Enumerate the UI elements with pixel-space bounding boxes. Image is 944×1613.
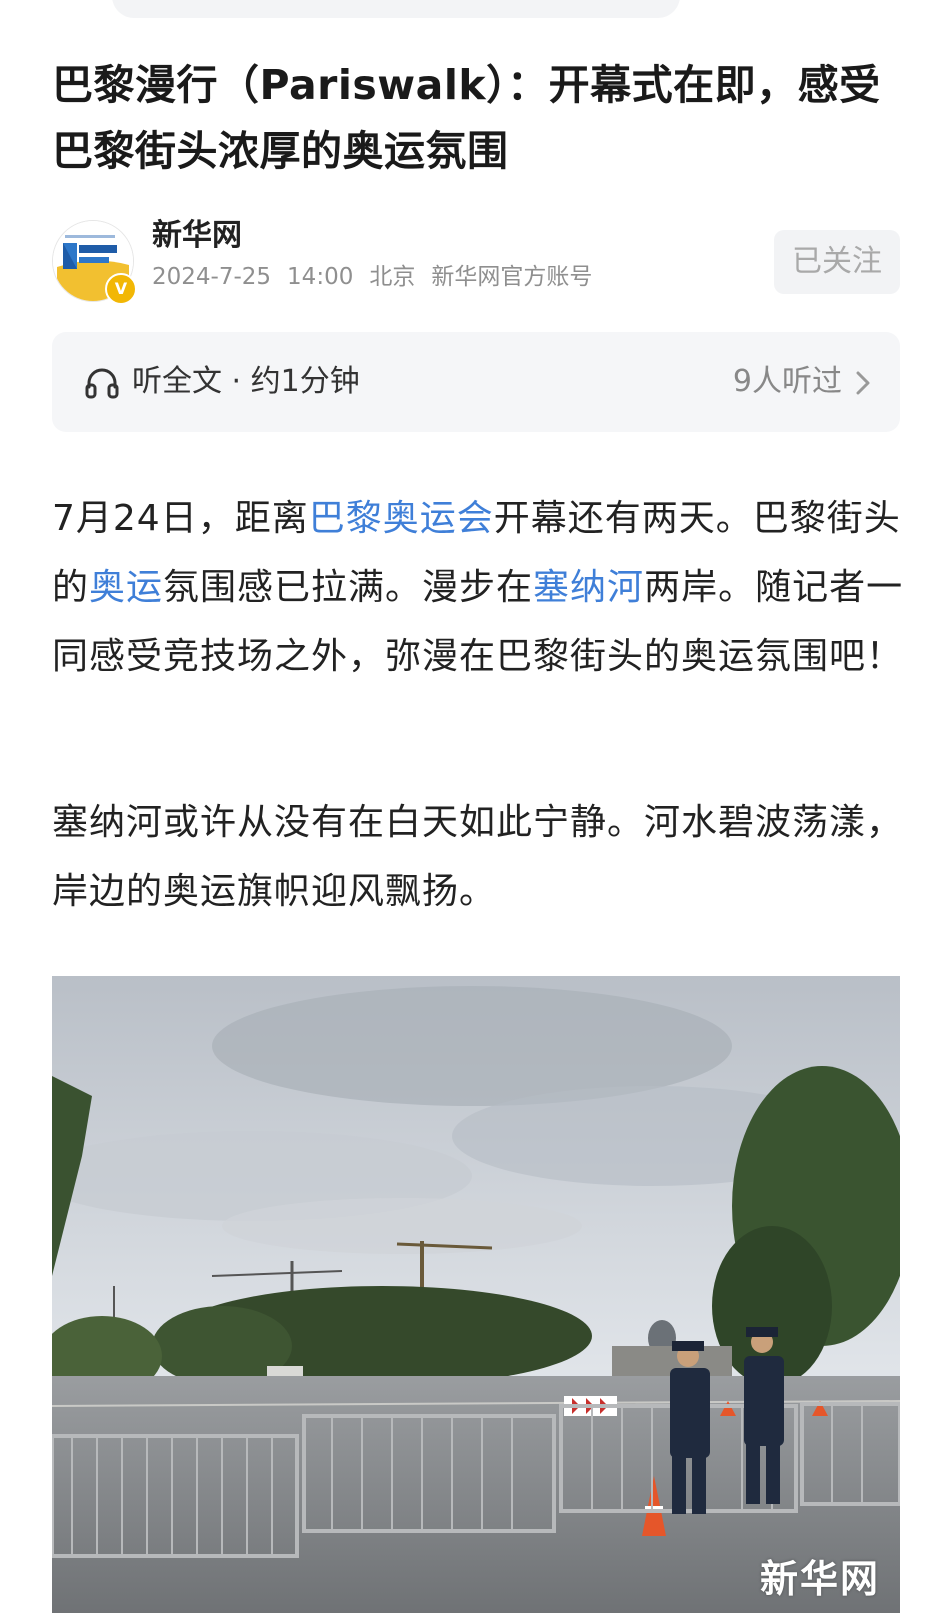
article-title: 巴黎漫行（Pariswalk）：开幕式在即，感受巴黎街头浓厚的奥运氛围 — [52, 61, 881, 175]
paris-street-photo — [52, 976, 900, 1613]
listen-full-text-bar[interactable]: 听全文 · 约1分钟 9人听过 — [52, 332, 900, 432]
body-paragraph-1: 7月24日，距离巴黎奥运会开幕还有两天。巴黎街头的奥运氛围感已拉满。漫步在塞纳河… — [52, 484, 904, 691]
article-meta: 2024-7-25 14:00 北京 新华网官方账号 — [152, 262, 608, 292]
follow-button[interactable]: 已关注 — [774, 230, 900, 294]
publish-location: 北京 — [369, 264, 416, 290]
link-seine-river[interactable]: 塞纳河 — [533, 567, 644, 608]
author-avatar[interactable]: V — [52, 220, 137, 305]
author-row: V 新华网 2024-7-25 14:00 北京 新华网官方账号 已关注 — [52, 218, 900, 305]
top-search-bar-remnant[interactable] — [112, 0, 680, 18]
listen-label: 听全文 · 约1分钟 — [132, 364, 360, 399]
account-type: 新华网官方账号 — [431, 264, 593, 290]
publish-date: 2024-7-25 — [152, 264, 272, 290]
p1-text-1: 7月24日，距离 — [52, 498, 309, 539]
article-photo[interactable]: 新华网 — [52, 976, 900, 1613]
publish-time: 14:00 — [287, 264, 354, 290]
xinhua-watermark: 新华网 — [759, 1557, 880, 1601]
author-name[interactable]: 新华网 — [152, 218, 242, 254]
p1-text-3: 氛围感已拉满。漫步在 — [163, 567, 534, 608]
verified-v-badge-icon: V — [105, 273, 137, 305]
listen-count: 9人听过 — [732, 364, 842, 399]
headphone-icon — [85, 368, 119, 399]
chevron-right-icon — [856, 371, 870, 395]
link-olympics[interactable]: 奥运 — [89, 567, 163, 608]
body-paragraph-2: 塞纳河或许从没有在白天如此宁静。河水碧波荡漾，岸边的奥运旗帜迎风飘扬。 — [52, 802, 904, 912]
link-paris-olympics[interactable]: 巴黎奥运会 — [309, 498, 494, 539]
article-page: 巴黎漫行（Pariswalk）：开幕式在即，感受巴黎街头浓厚的奥运氛围 V 新华… — [0, 0, 944, 1613]
